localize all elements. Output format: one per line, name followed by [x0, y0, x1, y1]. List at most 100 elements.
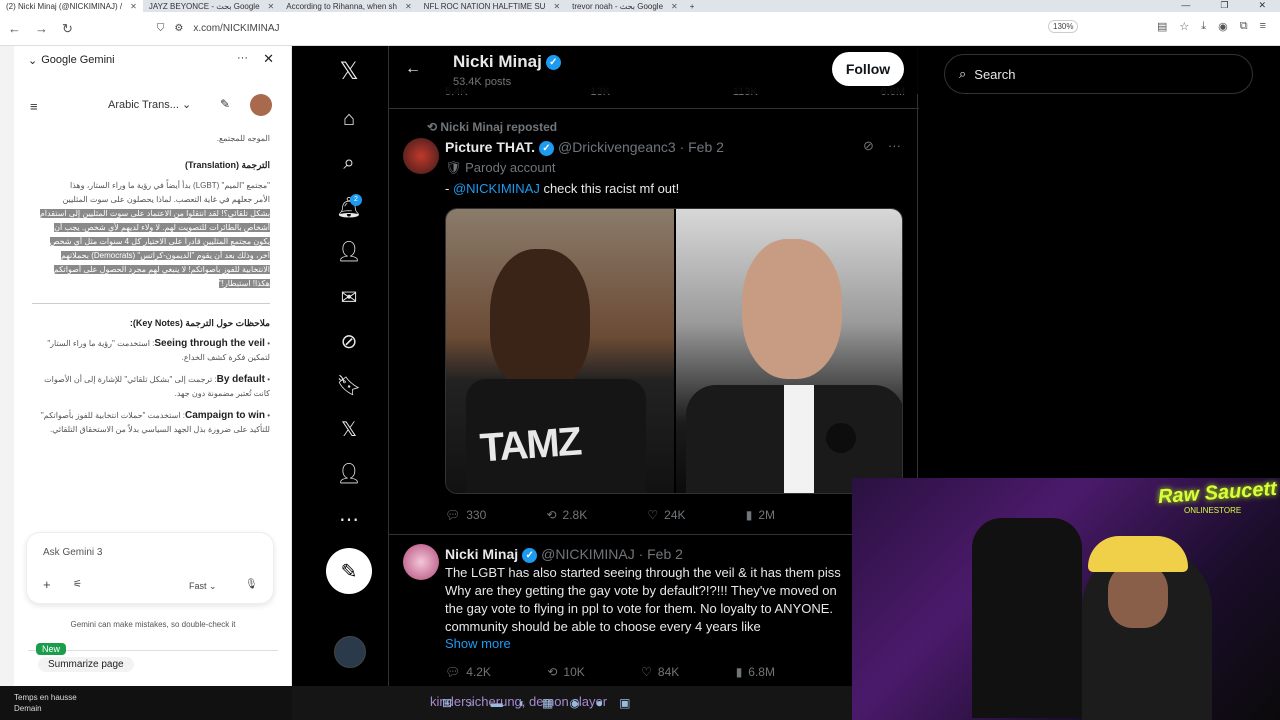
weather-line: Demain	[14, 704, 42, 713]
close-tab-icon[interactable]: ✕	[671, 2, 678, 11]
translation-line-selected: يكون مجتمع المثليين قادراً على الاختيار …	[49, 237, 270, 246]
star-icon[interactable]: ☆	[1179, 20, 1189, 33]
avatar[interactable]	[334, 636, 366, 668]
views-icon: ▮	[745, 508, 753, 522]
bookmark-icon[interactable]: 🔖︎	[336, 372, 362, 398]
views-button[interactable]: ▮ 6.8M	[736, 665, 775, 679]
browser-tab[interactable]: NFL ROC NATION HALFTIME SU ✕	[418, 0, 567, 12]
weather-widget[interactable]: Temps en hausse Demain	[0, 686, 292, 720]
follow-button[interactable]: Follow	[832, 52, 904, 86]
reply-button[interactable]: 💬︎ 4.2K	[445, 665, 491, 679]
avatar[interactable]	[250, 94, 272, 116]
add-person-icon[interactable]: 👤︎	[336, 238, 362, 264]
compose-post-button[interactable]: ✎	[326, 548, 372, 594]
microphone-icon[interactable]: 🎙	[245, 579, 258, 590]
repost-count: 10K	[563, 665, 585, 679]
store-icon[interactable]: ▦	[542, 696, 553, 711]
search-icon[interactable]: ⌕	[336, 150, 362, 176]
add-icon[interactable]: +	[43, 577, 51, 592]
photo-face	[742, 239, 842, 379]
windows-start-icon[interactable]: ⊞	[442, 696, 452, 711]
note-item: • Campaign to win: استخدمت "حملات انتخاب…	[40, 410, 270, 434]
tweet-author[interactable]: Picture THAT. ✓ @Drickivengeanc3 · Feb 2	[445, 139, 724, 156]
ask-gemini-box[interactable]: Ask Gemini 3 + ⚟ Fast ⌄ 🎙	[26, 532, 274, 604]
model-selector[interactable]: Arabic Trans... ⌄	[108, 98, 191, 111]
close-tab-icon[interactable]: ✕	[405, 2, 412, 11]
folder-icon[interactable]: ▬	[491, 696, 503, 711]
new-tab-button[interactable]: +	[684, 0, 701, 12]
like-button[interactable]: ♡ 24K	[647, 508, 685, 522]
spotify-icon[interactable]: ●	[596, 696, 603, 711]
close-tab-icon[interactable]: ✕	[130, 2, 137, 11]
chevron-down-icon[interactable]: ⌄	[28, 54, 37, 67]
close-icon[interactable]: ✕	[263, 51, 274, 67]
maximize-icon[interactable]: ❐	[1220, 0, 1228, 11]
close-tab-icon[interactable]: ✕	[553, 2, 560, 11]
more-options-icon[interactable]: ···	[888, 138, 901, 154]
premium-x-icon[interactable]: 𝕏	[336, 416, 362, 442]
summarize-page-button[interactable]: Summarize page	[38, 657, 134, 672]
minimize-icon[interactable]: —	[1181, 0, 1190, 11]
home-icon[interactable]: ⌂	[336, 106, 362, 132]
shield-icon[interactable]: ⛉	[157, 23, 165, 34]
tweet-media[interactable]: TAMZ	[445, 208, 903, 494]
reply-button[interactable]: 💬︎ 330	[445, 508, 486, 522]
like-button[interactable]: ♡ 84K	[641, 665, 679, 679]
heart-icon: ♡	[647, 508, 659, 522]
firefox-icon[interactable]: ◉	[569, 696, 579, 711]
browser-tab[interactable]: trevor noah - بحث Google ✕	[566, 0, 684, 12]
ask-input-placeholder[interactable]: Ask Gemini 3	[43, 547, 102, 558]
back-arrow-icon[interactable]: ←	[8, 21, 21, 36]
browser-tab[interactable]: According to Rihanna, when sh ✕	[280, 0, 417, 12]
reload-icon[interactable]: ↻	[62, 21, 73, 37]
repost-label: Nicki Minaj reposted	[440, 120, 558, 134]
x-logo-icon[interactable]: 𝕏	[336, 58, 362, 85]
search-icon[interactable]: ⌕	[468, 696, 475, 711]
more-circle-icon[interactable]: ⋯	[336, 506, 362, 532]
tweet-text: - @NICKIMINAJ check this racist mf out!	[445, 180, 679, 198]
edge-icon[interactable]: ◐	[519, 696, 526, 711]
tools-icon[interactable]: ⚟	[73, 579, 82, 590]
menu-icon[interactable]: ≡	[1260, 20, 1266, 33]
account-icon[interactable]: ◉	[1218, 20, 1228, 33]
grok-icon[interactable]: ⊘	[863, 138, 874, 154]
avatar[interactable]	[403, 138, 439, 174]
new-chat-icon[interactable]: ✎	[220, 97, 230, 111]
zoom-indicator[interactable]: 130%	[1048, 20, 1079, 33]
reader-icon[interactable]: ▤	[1157, 20, 1167, 33]
tweet-author[interactable]: Nicki Minaj ✓ @NICKIMINAJ · Feb 2	[445, 546, 683, 563]
close-window-icon[interactable]: ✕	[1258, 0, 1266, 11]
app-icon[interactable]: ▣	[619, 696, 630, 711]
browser-tab[interactable]: (2) Nicki Minaj (@NICKIMINAJ) / ✕	[0, 0, 143, 12]
repost-button[interactable]: ⟲ 2.8K	[546, 508, 587, 522]
profile-icon[interactable]: 👤︎	[336, 460, 362, 486]
back-arrow-icon[interactable]: ←	[405, 60, 421, 78]
hamburger-menu-icon[interactable]: ≡	[30, 99, 38, 114]
gemini-panel: ⌄ Google Gemini ··· ✕ ≡ Arabic Trans... …	[14, 46, 292, 686]
url-field[interactable]: ⛉ ⚙ x.com/NICKIMINAJ	[157, 23, 280, 34]
grok-icon[interactable]: ⊘	[336, 328, 362, 354]
reply-icon: 💬︎	[445, 665, 461, 679]
show-more-link[interactable]: Show more	[445, 636, 511, 651]
search-box[interactable]: ⌕ Search	[944, 54, 1253, 94]
repost-button[interactable]: ⟲ 10K	[547, 665, 584, 679]
posts-count: 53.4K posts	[453, 76, 512, 88]
download-icon[interactable]: ⤓	[1201, 20, 1206, 33]
parody-label: 🛡︎ Parody account	[445, 160, 556, 175]
mention-link[interactable]: @NICKIMINAJ	[453, 181, 540, 196]
close-tab-icon[interactable]: ✕	[268, 2, 275, 11]
forward-arrow-icon[interactable]: →	[35, 21, 48, 36]
media-photo-left: TAMZ	[446, 209, 674, 493]
mail-icon[interactable]: ✉	[336, 284, 362, 310]
gaming-chair	[972, 518, 1082, 718]
translation-heading: الترجمة (Translation)	[184, 160, 270, 170]
tab-title: trevor noah - بحث Google	[572, 1, 664, 11]
repost-indicator: ⟲ Nicki Minaj reposted	[427, 120, 558, 134]
more-options-icon[interactable]: ···	[237, 52, 248, 64]
views-button[interactable]: ▮ 2M	[746, 508, 775, 522]
extensions-icon[interactable]: ⧉	[1240, 20, 1248, 33]
mode-selector[interactable]: Fast ⌄	[189, 581, 217, 592]
browser-tab[interactable]: JAYZ BEYONCE - بحث Google ✕	[143, 0, 280, 12]
avatar[interactable]	[403, 544, 439, 580]
site-info-icon[interactable]: ⚙	[174, 23, 183, 34]
